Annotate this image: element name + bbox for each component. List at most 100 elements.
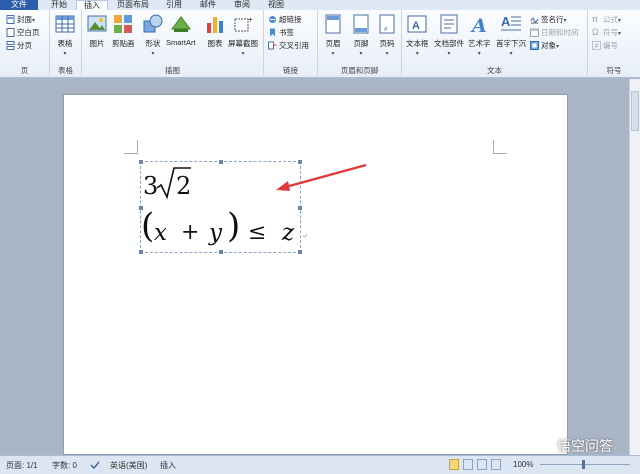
footer-icon <box>353 14 369 34</box>
crop-mark-top-right <box>493 140 507 154</box>
equation-button[interactable]: π 公式 ▾ <box>592 14 621 25</box>
shapes-icon <box>143 14 163 33</box>
symbol-label: 符号 <box>603 28 618 37</box>
quick-parts-button[interactable]: 文档部件 ▾ <box>434 13 464 57</box>
object-icon <box>530 41 539 50</box>
outline-view-icon[interactable] <box>491 459 501 470</box>
drop-cap-label: 首字下沉 <box>496 39 526 48</box>
tab-view[interactable]: 视图 <box>262 0 290 10</box>
object-button[interactable]: 对象 ▾ <box>530 40 559 51</box>
svg-text:+: + <box>248 15 253 24</box>
crop-mark-top-left <box>124 140 138 154</box>
tab-page-layout[interactable]: 页面布局 <box>112 0 154 10</box>
signature-line-button[interactable]: 签名行 ▾ <box>530 14 567 25</box>
proofing-icon[interactable] <box>90 460 100 470</box>
page-break-icon <box>6 41 15 50</box>
page-break-button[interactable]: 分页 <box>6 40 32 51</box>
resize-handle[interactable] <box>219 160 223 164</box>
watermark: 悟空问答 <box>540 436 613 456</box>
left-parenthesis: ( <box>141 206 155 246</box>
tab-mailings[interactable]: 邮件 <box>194 0 222 10</box>
blank-page-icon <box>6 28 15 37</box>
zoom-slider[interactable] <box>540 464 630 465</box>
screenshot-label: 屏幕截图 <box>228 39 258 48</box>
resize-handle[interactable] <box>219 250 223 254</box>
resize-handle[interactable] <box>298 206 302 210</box>
picture-label: 图片 <box>89 39 105 48</box>
group-pages-label: 页 <box>20 66 29 75</box>
drop-cap-button[interactable]: A 首字下沉 ▾ <box>496 13 526 57</box>
bookmark-button[interactable]: 书签 <box>268 27 294 38</box>
resize-handle[interactable] <box>298 250 302 254</box>
insert-mode[interactable]: 插入 <box>160 460 176 471</box>
chart-label: 图表 <box>207 39 223 48</box>
screenshot-button[interactable]: + 屏幕截图 ▾ <box>228 13 258 57</box>
group-tables-label: 表格 <box>58 66 73 75</box>
word-count[interactable]: 字数: 0 <box>52 460 77 471</box>
pi-icon: π <box>592 14 599 24</box>
group-text-label: 文本 <box>487 66 502 75</box>
tab-file[interactable]: 文件 <box>0 0 38 10</box>
wordart-button[interactable]: A 艺术字 ▾ <box>468 13 491 57</box>
picture-button[interactable]: 图片 <box>86 13 108 49</box>
table-icon <box>55 15 75 33</box>
variable-x: x <box>154 220 167 246</box>
cover-page-icon <box>6 15 15 24</box>
cross-reference-icon <box>268 41 277 50</box>
tab-home[interactable]: 开始 <box>44 0 74 10</box>
omega-icon: Ω <box>592 27 599 37</box>
status-bar: 页面: 1/1 字数: 0 英语(美国) 插入 100% <box>0 455 640 474</box>
plus-sign: + <box>181 220 200 245</box>
cover-page-button[interactable]: 封面 ▾ <box>6 14 35 25</box>
chart-icon <box>207 17 223 33</box>
cross-reference-label: 交叉引用 <box>279 41 309 50</box>
full-screen-reading-view-icon[interactable] <box>463 459 473 470</box>
web-layout-view-icon[interactable] <box>477 459 487 470</box>
hyperlink-icon <box>269 16 276 23</box>
zoom-slider-thumb[interactable] <box>582 460 585 469</box>
zoom-level[interactable]: 100% <box>513 460 533 469</box>
footer-label: 页脚 <box>353 39 369 48</box>
svg-text:A: A <box>412 20 420 32</box>
footer-button[interactable]: 页脚 ▾ <box>350 13 372 57</box>
tab-references[interactable]: 引用 <box>160 0 188 10</box>
picture-icon <box>87 15 107 32</box>
language-status[interactable]: 英语(美国) <box>110 460 147 471</box>
wordart-icon: A <box>470 15 487 35</box>
shapes-button[interactable]: 形状 ▾ <box>142 13 164 57</box>
clip-art-button[interactable]: 剪贴画 <box>112 13 135 49</box>
smartart-button[interactable]: SmartArt <box>166 13 196 47</box>
text-box-button[interactable]: A 文本框 ▾ <box>406 13 429 57</box>
cross-reference-button[interactable]: 交叉引用 <box>268 40 309 51</box>
hyperlink-label: 超链接 <box>279 15 302 24</box>
symbol-button[interactable]: Ω 符号 ▾ <box>592 27 621 38</box>
page-number-icon: # <box>379 14 395 34</box>
resize-handle[interactable] <box>139 250 143 254</box>
page-count[interactable]: 页面: 1/1 <box>6 460 38 471</box>
group-symbols: π 公式 ▾ Ω 符号 ▾ # 编号 符号 <box>588 10 640 78</box>
table-button[interactable]: 表格 ▾ <box>54 13 76 57</box>
shapes-label: 形状 <box>145 39 161 48</box>
date-time-button[interactable]: 日期和时间 <box>530 27 579 38</box>
chart-button[interactable]: 图表 <box>204 13 226 49</box>
numbering-icon: # <box>592 41 601 50</box>
signature-line-icon <box>530 17 539 24</box>
tab-review[interactable]: 审阅 <box>228 0 256 10</box>
blank-page-label: 空白页 <box>17 28 40 37</box>
resize-handle[interactable] <box>139 160 143 164</box>
print-layout-view-icon[interactable] <box>449 459 459 470</box>
page-number-button[interactable]: # 页码 ▾ <box>376 13 398 57</box>
vertical-scrollbar[interactable] <box>629 79 640 455</box>
bookmark-label: 书签 <box>279 28 294 37</box>
group-header-footer: 页眉 ▾ 页脚 ▾ # 页码 ▾ 页眉和页脚 <box>318 10 402 78</box>
radicand: 2 <box>176 172 192 200</box>
quick-parts-icon <box>440 14 458 34</box>
group-tables: 表格 ▾ 表格 <box>50 10 82 78</box>
blank-page-button[interactable]: 空白页 <box>6 27 40 38</box>
hyperlink-button[interactable]: 超链接 <box>268 14 302 25</box>
scrollbar-thumb[interactable] <box>631 91 639 131</box>
clip-art-label: 剪贴画 <box>112 39 135 48</box>
header-button[interactable]: 页眉 ▾ <box>322 13 344 57</box>
ribbon: 封面 ▾ 空白页 分页 页 表格 ▾ 表格 图片 剪贴画 形状 ▾ SmartA… <box>0 10 640 78</box>
numbering-button[interactable]: # 编号 <box>592 40 618 51</box>
